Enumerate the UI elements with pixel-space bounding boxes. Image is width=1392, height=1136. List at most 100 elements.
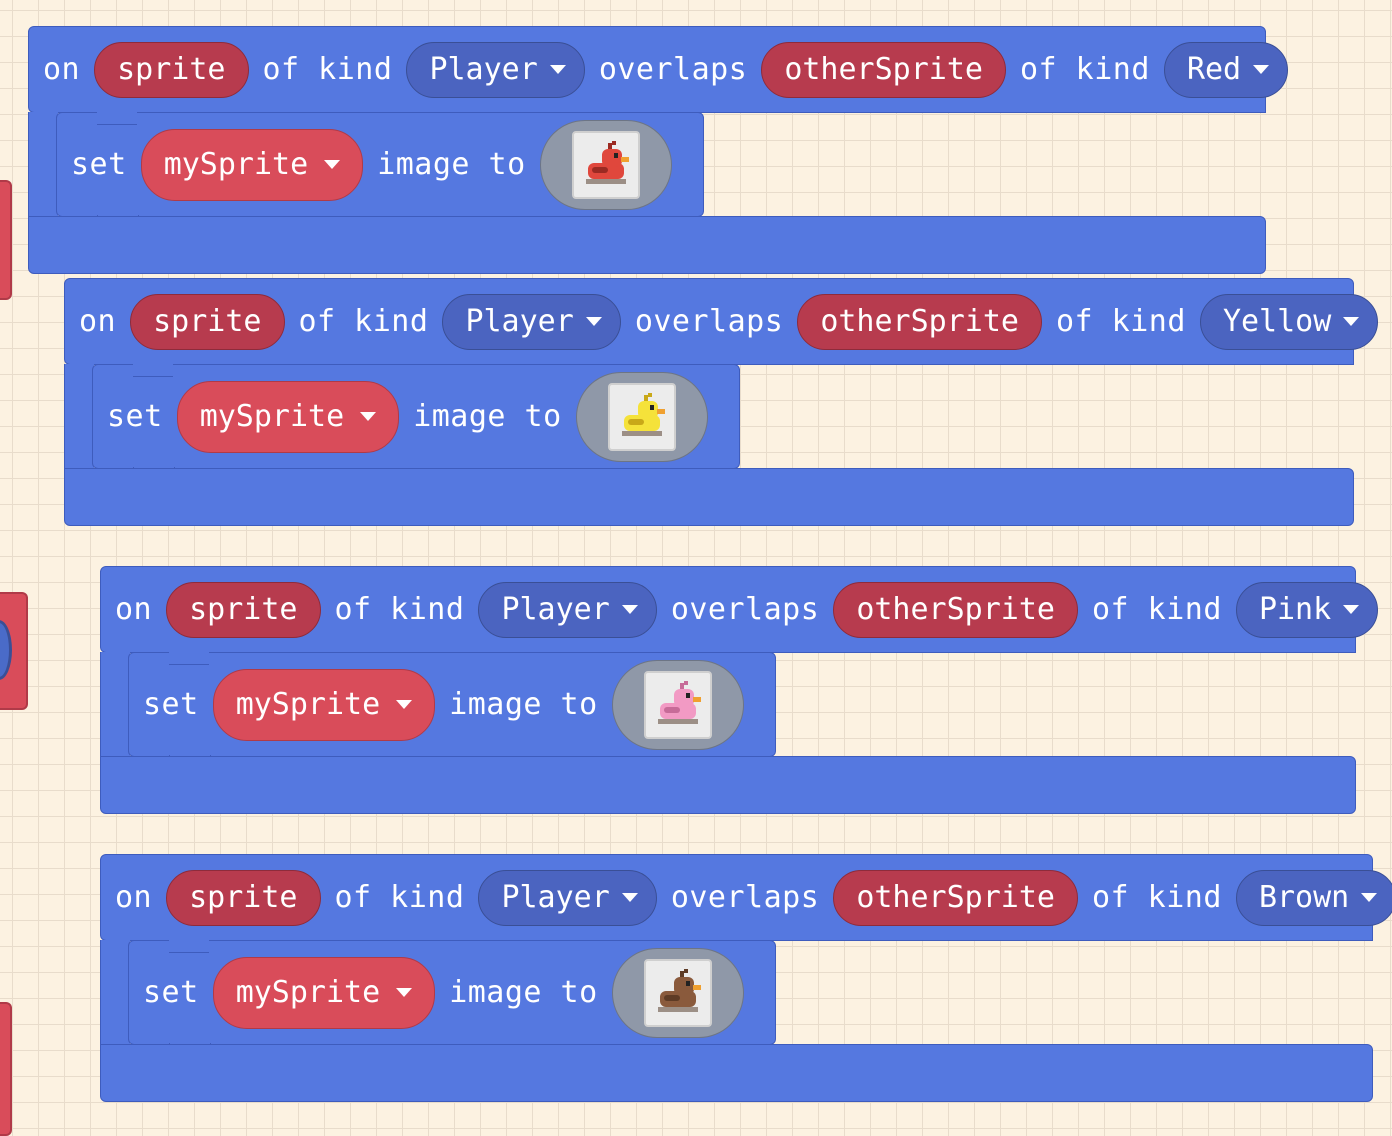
set-image-statement[interactable]: set mySprite image to bbox=[92, 364, 740, 480]
kind-dropdown-value: Player bbox=[465, 304, 574, 339]
event-header[interactable]: on sprite of kind Player overlaps otherS… bbox=[100, 566, 1379, 653]
yellow-duck-icon bbox=[621, 392, 665, 436]
statement-notch bbox=[169, 652, 209, 665]
event-header[interactable]: on sprite of kind Player overlaps otherS… bbox=[64, 278, 1379, 365]
other-sprite-variable[interactable]: otherSprite bbox=[833, 869, 1078, 926]
set-image-statement[interactable]: set mySprite image to bbox=[128, 940, 776, 1056]
event-footer bbox=[100, 756, 1356, 814]
image-thumbnail bbox=[571, 130, 640, 199]
my-sprite-dropdown[interactable]: mySprite bbox=[212, 956, 436, 1029]
statement-notch bbox=[133, 364, 173, 377]
brown-duck-icon bbox=[657, 968, 701, 1012]
kind-dropdown-value: Red bbox=[1186, 52, 1242, 87]
set-keyword: set bbox=[143, 687, 199, 722]
event-body-left-edge bbox=[100, 940, 130, 1045]
event-body-left-edge bbox=[100, 652, 130, 757]
of-kind-label: of kind bbox=[334, 592, 465, 627]
chevron-down-icon bbox=[396, 700, 413, 709]
chevron-down-icon bbox=[1343, 317, 1360, 326]
offscreen-block-3[interactable] bbox=[0, 1002, 12, 1136]
statement-notch bbox=[97, 112, 137, 125]
image-thumbnail bbox=[607, 382, 676, 451]
variable-name: mySprite bbox=[199, 399, 345, 434]
kind-dropdown-value: Player bbox=[501, 880, 610, 915]
kind-dropdown-value: Yellow bbox=[1222, 304, 1332, 339]
set-keyword: set bbox=[107, 399, 163, 434]
image-to-label: image to bbox=[413, 399, 562, 434]
on-keyword: on bbox=[115, 880, 153, 915]
image-picker[interactable] bbox=[611, 947, 744, 1038]
kind-dropdown-value: Player bbox=[429, 52, 538, 87]
of-kind-label: of kind bbox=[1056, 304, 1186, 339]
player-kind-dropdown[interactable]: Player bbox=[478, 581, 657, 638]
kind-dropdown-value: Pink bbox=[1258, 592, 1332, 627]
overlaps-label: overlaps bbox=[634, 304, 784, 339]
image-thumbnail bbox=[643, 958, 712, 1027]
player-kind-dropdown[interactable]: Player bbox=[478, 869, 657, 926]
chevron-down-icon bbox=[585, 317, 602, 326]
other-sprite-variable[interactable]: otherSprite bbox=[761, 41, 1006, 98]
chevron-down-icon bbox=[1253, 65, 1270, 74]
offscreen-block-1[interactable] bbox=[0, 180, 12, 300]
sprite-variable[interactable]: sprite bbox=[130, 293, 285, 350]
overlaps-label: overlaps bbox=[598, 52, 748, 87]
set-keyword: set bbox=[71, 147, 127, 182]
kind-dropdown-value: Player bbox=[501, 592, 610, 627]
statement-notch bbox=[169, 940, 209, 953]
color-kind-dropdown[interactable]: Yellow bbox=[1199, 293, 1379, 350]
event-footer bbox=[64, 468, 1354, 526]
chevron-down-icon bbox=[396, 988, 413, 997]
image-to-label: image to bbox=[449, 687, 598, 722]
red-duck-icon bbox=[585, 140, 629, 184]
event-body-left-edge bbox=[28, 112, 58, 217]
overlaps-label: overlaps bbox=[670, 880, 820, 915]
color-kind-dropdown[interactable]: Red bbox=[1163, 41, 1289, 98]
my-sprite-dropdown[interactable]: mySprite bbox=[140, 128, 364, 201]
chevron-down-icon bbox=[621, 605, 638, 614]
pink-duck-icon bbox=[657, 680, 701, 724]
image-picker[interactable] bbox=[611, 659, 744, 750]
image-picker[interactable] bbox=[539, 119, 672, 210]
color-kind-dropdown[interactable]: Pink bbox=[1235, 581, 1379, 638]
chevron-down-icon bbox=[360, 412, 377, 421]
of-kind-label: of kind bbox=[262, 52, 393, 87]
on-keyword: on bbox=[115, 592, 153, 627]
variable-name: mySprite bbox=[235, 687, 381, 722]
chevron-down-icon bbox=[621, 893, 638, 902]
player-kind-dropdown[interactable]: Player bbox=[442, 293, 621, 350]
my-sprite-dropdown[interactable]: mySprite bbox=[212, 668, 436, 741]
image-to-label: image to bbox=[449, 975, 598, 1010]
event-header[interactable]: on sprite of kind Player overlaps otherS… bbox=[100, 854, 1392, 941]
on-keyword: on bbox=[43, 52, 81, 87]
set-keyword: set bbox=[143, 975, 199, 1010]
image-thumbnail bbox=[643, 670, 712, 739]
of-kind-label: of kind bbox=[298, 304, 429, 339]
chevron-down-icon bbox=[1361, 893, 1378, 902]
offscreen-block-socket bbox=[0, 620, 12, 680]
other-sprite-variable[interactable]: otherSprite bbox=[797, 293, 1042, 350]
kind-dropdown-value: Brown bbox=[1258, 880, 1350, 915]
other-sprite-variable[interactable]: otherSprite bbox=[833, 581, 1078, 638]
of-kind-label: of kind bbox=[334, 880, 465, 915]
offscreen-block-2[interactable] bbox=[0, 592, 28, 710]
on-keyword: on bbox=[79, 304, 117, 339]
variable-name: mySprite bbox=[235, 975, 381, 1010]
sprite-variable[interactable]: sprite bbox=[94, 41, 249, 98]
player-kind-dropdown[interactable]: Player bbox=[406, 41, 585, 98]
image-picker[interactable] bbox=[575, 371, 708, 462]
my-sprite-dropdown[interactable]: mySprite bbox=[176, 380, 400, 453]
sprite-variable[interactable]: sprite bbox=[166, 581, 321, 638]
variable-name: mySprite bbox=[163, 147, 309, 182]
chevron-down-icon bbox=[324, 160, 341, 169]
overlaps-label: overlaps bbox=[670, 592, 820, 627]
sprite-variable[interactable]: sprite bbox=[166, 869, 321, 926]
event-footer bbox=[100, 1044, 1373, 1102]
color-kind-dropdown[interactable]: Brown bbox=[1235, 869, 1392, 926]
set-image-statement[interactable]: set mySprite image to bbox=[128, 652, 776, 768]
image-to-label: image to bbox=[377, 147, 526, 182]
event-body-left-edge bbox=[64, 364, 94, 469]
of-kind-label: of kind bbox=[1020, 52, 1150, 87]
set-image-statement[interactable]: set mySprite image to bbox=[56, 112, 704, 228]
event-footer bbox=[28, 216, 1266, 274]
event-header[interactable]: on sprite of kind Player overlaps otherS… bbox=[28, 26, 1289, 113]
